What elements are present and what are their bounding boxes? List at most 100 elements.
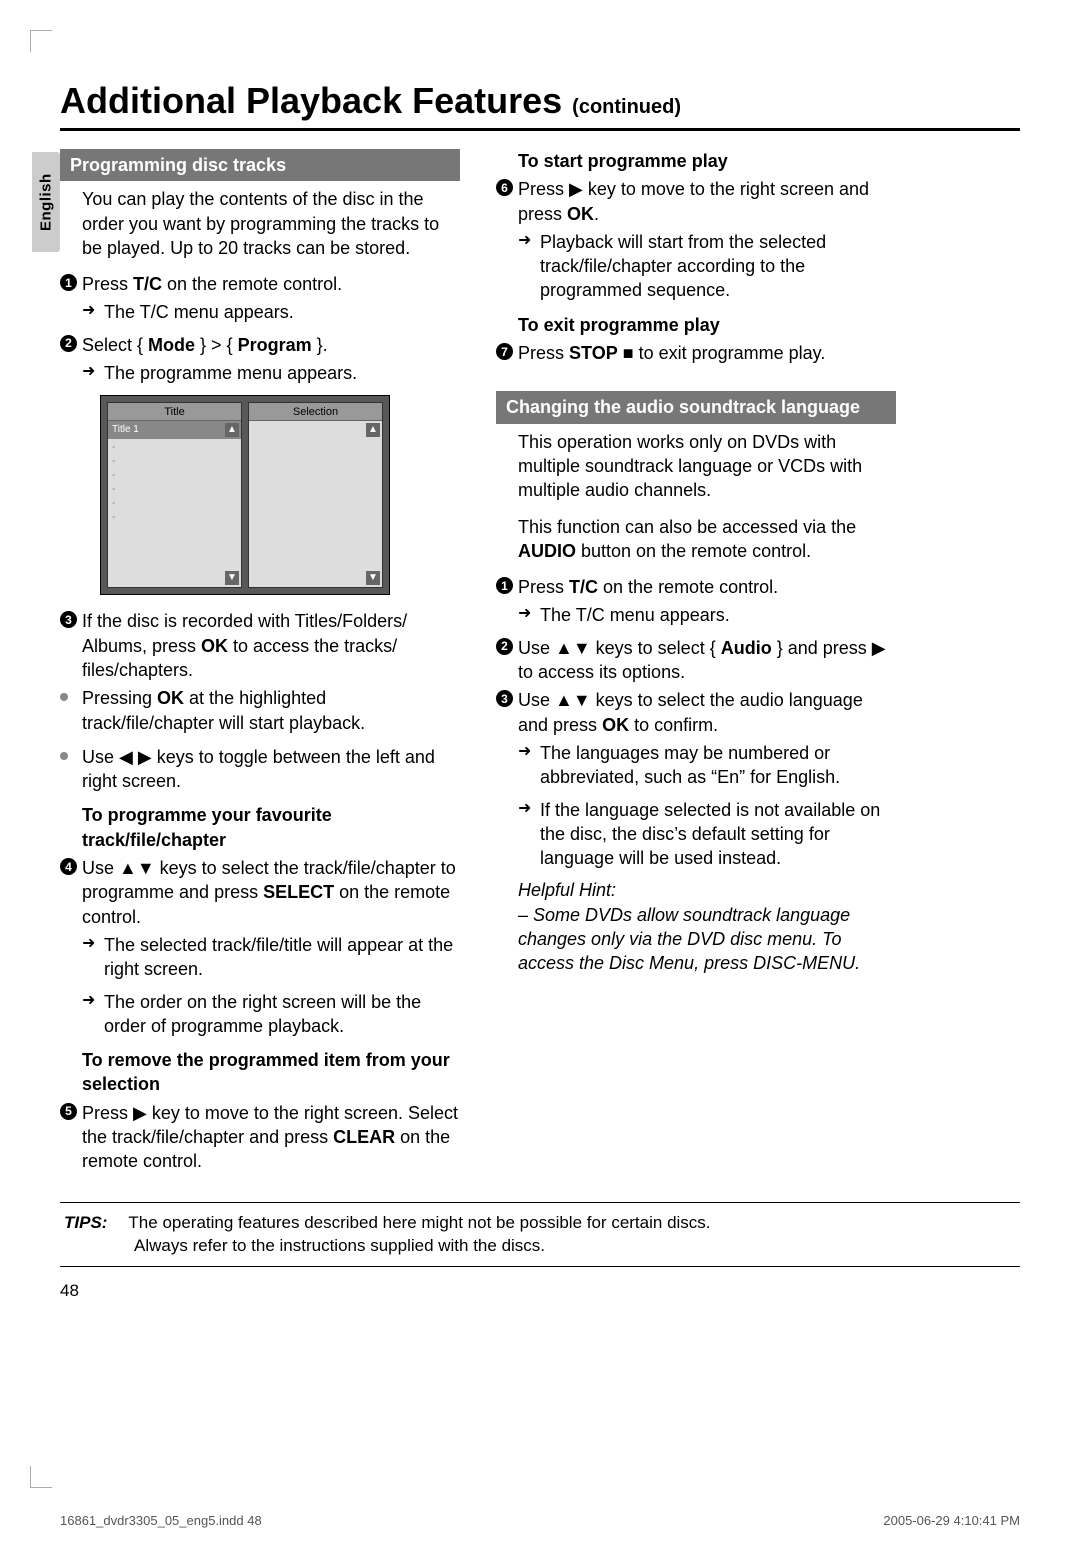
list-item: - xyxy=(112,441,237,455)
up-arrow-icon: ▲ xyxy=(366,423,380,437)
list-item: - xyxy=(112,497,237,511)
page-number: 48 xyxy=(60,1281,1020,1301)
step-text: Press xyxy=(82,274,133,294)
step-result: The programme menu appears. xyxy=(60,361,460,385)
section-heading-programming: Programming disc tracks xyxy=(60,149,460,181)
sub-heading: To start programme play xyxy=(496,149,896,173)
step-text: Press xyxy=(518,343,569,363)
step-text: on the remote control. xyxy=(162,274,342,294)
step-1-r: 1 Press T/C on the remote control. xyxy=(496,575,896,599)
text-bold: AUDIO xyxy=(518,541,576,561)
tips-line: Always refer to the instructions supplie… xyxy=(64,1234,1016,1258)
footer-left: 16861_dvdr3305_05_eng5.indd 48 xyxy=(60,1513,262,1528)
paragraph: This function can also be accessed via t… xyxy=(496,515,896,564)
tips-line: TIPS: The operating features described h… xyxy=(64,1211,1016,1235)
step-result: The order on the right screen will be th… xyxy=(60,990,460,1039)
text: This function can also be accessed via t… xyxy=(518,517,856,537)
sub-heading: To remove the programmed item from your … xyxy=(60,1048,460,1097)
list-item: - xyxy=(112,483,237,497)
step-bold: Audio xyxy=(721,638,772,658)
title-continued: (continued) xyxy=(572,96,681,118)
step-6: 6 Press ▶ key to move to the right scree… xyxy=(496,177,896,226)
step-result: The T/C menu appears. xyxy=(496,603,896,627)
title-main: Additional Playback Features xyxy=(60,80,572,121)
screenshot-left-panel: Title ▲ ▼ Title 1 - - - - - - xyxy=(107,402,242,588)
crop-mark xyxy=(30,1466,52,1488)
up-arrow-icon: ▲ xyxy=(225,423,239,437)
page-content: English Additional Playback Features (co… xyxy=(60,80,1020,1301)
bullet-bold: OK xyxy=(157,688,184,708)
panel-header: Selection xyxy=(249,403,382,421)
list-item: - xyxy=(112,455,237,469)
step-number-icon: 5 xyxy=(60,1103,77,1120)
step-7: 7 Press STOP ■ to exit programme play. xyxy=(496,341,896,365)
imprint-footer: 16861_dvdr3305_05_eng5.indd 48 2005-06-2… xyxy=(60,1513,1020,1528)
step-text: Press xyxy=(518,577,569,597)
step-5: 5 Press ▶ key to move to the right scree… xyxy=(60,1101,460,1174)
hint-body: – Some DVDs allow soundtrack language ch… xyxy=(496,903,896,976)
step-result: Playback will start from the selected tr… xyxy=(496,230,896,303)
step-2-r: 2 Use ▲▼ keys to select { Audio } and pr… xyxy=(496,636,896,685)
down-arrow-icon: ▼ xyxy=(225,571,239,585)
step-number-icon: 4 xyxy=(60,858,77,875)
step-3-r: 3 Use ▲▼ keys to select the audio langua… xyxy=(496,688,896,737)
step-3: 3 If the disc is recorded with Titles/Fo… xyxy=(60,609,460,682)
intro-paragraph: You can play the contents of the disc in… xyxy=(60,187,460,260)
language-tab: English xyxy=(32,152,60,252)
sub-heading: To exit programme play xyxy=(496,313,896,337)
down-arrow-icon: ▼ xyxy=(366,571,380,585)
bullet-item: Pressing OK at the highlighted track/fil… xyxy=(60,686,460,735)
two-column-layout: Programming disc tracks You can play the… xyxy=(60,149,1020,1178)
step-4: 4 Use ▲▼ keys to select the track/file/c… xyxy=(60,856,460,929)
panel-header: Title xyxy=(108,403,241,421)
step-text: }. xyxy=(312,335,328,355)
step-text: ■ to exit programme play. xyxy=(618,343,826,363)
step-text: on the remote control. xyxy=(598,577,778,597)
paragraph: This operation works only on DVDs with m… xyxy=(496,430,896,503)
step-result: If the language selected is not availabl… xyxy=(496,798,896,871)
step-number-icon: 3 xyxy=(496,690,513,707)
step-text: Select { xyxy=(82,335,148,355)
step-result: The selected track/file/title will appea… xyxy=(60,933,460,982)
page-title: Additional Playback Features (continued) xyxy=(60,80,1020,131)
crop-mark xyxy=(30,30,52,52)
step-bold: T/C xyxy=(133,274,162,294)
footer-right: 2005-06-29 4:10:41 PM xyxy=(883,1513,1020,1528)
section-heading-audio: Changing the audio soundtrack language xyxy=(496,391,896,423)
step-bold: SELECT xyxy=(263,882,334,902)
step-bold: OK xyxy=(201,636,228,656)
hint-heading: Helpful Hint: xyxy=(496,878,896,902)
tips-box: TIPS: The operating features described h… xyxy=(60,1202,1020,1268)
tips-text: The operating features described here mi… xyxy=(128,1213,710,1232)
list-item: Title 1 xyxy=(108,421,241,439)
panel-body: Title 1 - - - - - - xyxy=(108,421,241,528)
step-number-icon: 2 xyxy=(60,335,77,352)
step-number-icon: 3 xyxy=(60,611,77,628)
bullet-item: Use ◀ ▶ keys to toggle between the left … xyxy=(60,745,460,794)
list-item: - xyxy=(112,511,237,525)
step-bold: T/C xyxy=(569,577,598,597)
step-number-icon: 7 xyxy=(496,343,513,360)
tips-label: TIPS: xyxy=(64,1211,124,1235)
list-item: - xyxy=(112,469,237,483)
step-result: The languages may be numbered or abbrevi… xyxy=(496,741,896,790)
sub-heading: To programme your favourite track/file/c… xyxy=(60,803,460,852)
right-column: To start programme play 6 Press ▶ key to… xyxy=(496,149,896,1178)
left-column: Programming disc tracks You can play the… xyxy=(60,149,460,1178)
step-bold: Mode xyxy=(148,335,195,355)
ui-screenshot: Title ▲ ▼ Title 1 - - - - - - Selection xyxy=(100,395,390,595)
step-bold: CLEAR xyxy=(333,1127,395,1147)
step-number-icon: 2 xyxy=(496,638,513,655)
step-number-icon: 1 xyxy=(60,274,77,291)
step-bold: Program xyxy=(238,335,312,355)
step-bold: OK xyxy=(567,204,594,224)
step-bold: OK xyxy=(602,715,629,735)
step-text: Use ▲▼ keys to select { xyxy=(518,638,721,658)
step-2: 2 Select { Mode } > { Program }. xyxy=(60,333,460,357)
bullet-text: Pressing xyxy=(82,688,157,708)
step-text: to confirm. xyxy=(629,715,718,735)
step-1: 1 Press T/C on the remote control. xyxy=(60,272,460,296)
text: button on the remote control. xyxy=(576,541,811,561)
step-bold: STOP xyxy=(569,343,618,363)
step-result: The T/C menu appears. xyxy=(60,300,460,324)
